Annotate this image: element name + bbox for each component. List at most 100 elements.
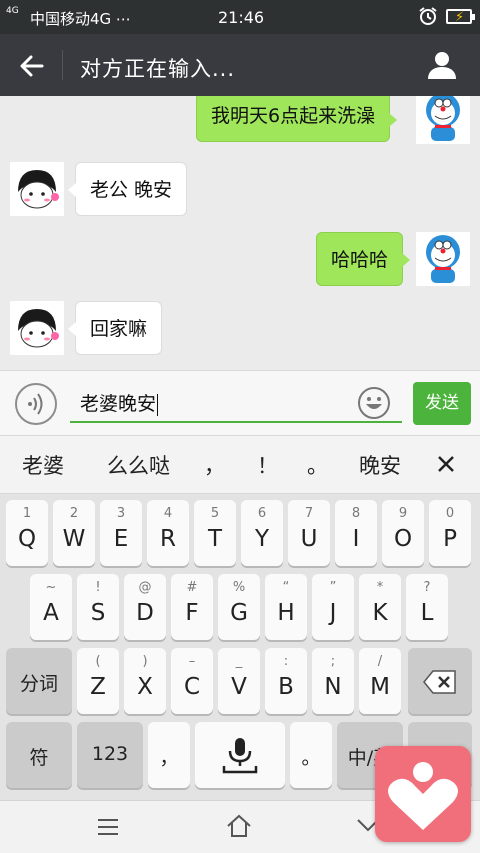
key-t[interactable]: 5T (194, 500, 236, 566)
key-x[interactable]: ) X (124, 648, 166, 714)
key-char: K (372, 600, 388, 626)
key-char: J (329, 600, 337, 626)
doraemon-avatar-icon[interactable] (416, 232, 470, 286)
key-g[interactable]: % G (218, 574, 260, 640)
key-p[interactable]: 0P (429, 500, 471, 566)
key-m[interactable]: / M (359, 648, 401, 714)
key-u[interactable]: 7U (288, 500, 330, 566)
chat-area[interactable]: 我明天6点起来洗澡 老公 晚安 哈哈哈 回家嘛 (0, 96, 480, 370)
key-char: S (90, 600, 106, 626)
key-f[interactable]: # F (171, 574, 213, 640)
segment-key[interactable]: 分词 (6, 648, 72, 714)
key-alt-char: 0 (445, 506, 455, 521)
status-bar: 4G 中国移动4G ⋯ 21:46 ⚡ (0, 0, 480, 34)
key-alt-char: ” (329, 580, 337, 595)
carrier-label: 中国移动4G ⋯ (30, 10, 131, 28)
key-char: U (300, 526, 318, 552)
signal-label: 4G (6, 6, 19, 16)
key-alt-char: 9 (398, 506, 408, 521)
comma-key[interactable]: ， (148, 722, 190, 788)
key-e[interactable]: 3E (100, 500, 142, 566)
key-i[interactable]: 8I (335, 500, 377, 566)
key-y[interactable]: 6Y (241, 500, 283, 566)
clock: 21:46 (218, 8, 265, 27)
key-a[interactable]: ~ A (30, 574, 72, 640)
key-char: O (393, 526, 413, 552)
key-char: A (43, 600, 59, 626)
message-bubble-sent[interactable]: 哈哈哈 (316, 232, 411, 286)
key-alt-char: 3 (116, 506, 126, 521)
candidate-word[interactable]: 老婆 (22, 450, 64, 480)
key-v[interactable]: _ V (218, 648, 260, 714)
key-char: M (370, 674, 390, 700)
message-bubble-received[interactable]: 老公 晚安 (67, 162, 188, 216)
key-h[interactable]: “H (265, 574, 307, 640)
microphone-icon (222, 738, 258, 774)
key-l[interactable]: ? L (406, 574, 448, 640)
battery-icon: ⚡ (446, 9, 475, 25)
space-voice-key[interactable] (195, 722, 285, 788)
voice-input-icon[interactable] (15, 383, 57, 425)
key-c[interactable]: – C (171, 648, 213, 714)
key-n[interactable]: ; N (312, 648, 354, 714)
message-bubble-sent[interactable]: 我明天6点起来洗澡 (196, 96, 398, 142)
key-char: V (231, 674, 247, 700)
key-char: H (277, 600, 295, 626)
comma-key-label: ， (159, 747, 179, 769)
menu-icon[interactable] (96, 817, 120, 837)
key-alt-char: 4 (163, 506, 173, 521)
key-b[interactable]: :B (265, 648, 307, 714)
key-char: B (278, 674, 294, 700)
message-input-value: 老婆晚安 (80, 393, 157, 415)
emoji-icon[interactable] (357, 386, 391, 420)
close-candidates-icon[interactable] (437, 455, 455, 473)
symbol-key[interactable]: 符 (6, 722, 72, 788)
key-alt-char: 7 (304, 506, 314, 521)
key-char: W (62, 526, 86, 552)
candidate-word[interactable]: ！ (257, 450, 278, 480)
candidate-word[interactable]: 。 (307, 450, 328, 480)
numeric-key-label: 123 (91, 743, 129, 765)
key-w[interactable]: 2W (53, 500, 95, 566)
key-k[interactable]: * K (359, 574, 401, 640)
key-r[interactable]: 4R (147, 500, 189, 566)
title-bar: 对方正在输入... (0, 34, 480, 96)
heart-person-icon (388, 762, 458, 830)
period-key[interactable]: 。 (290, 722, 332, 788)
key-alt-char: ~ (45, 580, 57, 595)
candidate-word[interactable]: 么么哒 (107, 450, 170, 480)
girl-avatar-icon[interactable] (10, 162, 64, 216)
doraemon-avatar-icon[interactable] (416, 96, 470, 144)
key-char: X (137, 674, 153, 700)
key-alt-char: ? (423, 580, 431, 595)
key-alt-char: 5 (210, 506, 220, 521)
key-alt-char: ; (330, 654, 336, 669)
candidate-word[interactable]: ， (204, 450, 225, 480)
key-alt-char: 1 (22, 506, 32, 521)
girl-avatar-icon[interactable] (10, 301, 64, 355)
key-alt-char: _ (235, 654, 243, 669)
send-button[interactable]: 发送 (413, 382, 471, 425)
key-d[interactable]: @ D (124, 574, 166, 640)
key-s[interactable]: ! S (77, 574, 119, 640)
key-char: T (207, 526, 223, 552)
key-j[interactable]: ” J (312, 574, 354, 640)
message-input-bar: 老婆晚安 发送 (0, 370, 480, 436)
back-arrow-icon[interactable] (18, 52, 46, 80)
home-icon[interactable] (226, 813, 252, 839)
key-q[interactable]: 1Q (6, 500, 48, 566)
numeric-key[interactable]: 123 (77, 722, 143, 788)
key-char: P (443, 526, 457, 552)
candidate-word[interactable]: 晚安 (359, 450, 401, 480)
backspace-key[interactable] (408, 648, 472, 714)
key-alt-char: / (377, 654, 383, 669)
key-z[interactable]: (Z (77, 648, 119, 714)
user-profile-icon[interactable] (427, 50, 457, 80)
key-alt-char: # (186, 580, 198, 595)
message-input[interactable]: 老婆晚安 (70, 385, 402, 423)
floating-heart-widget[interactable] (375, 746, 471, 842)
key-o[interactable]: 9O (382, 500, 424, 566)
key-char: Q (17, 526, 37, 552)
key-alt-char: ( (95, 654, 101, 669)
message-bubble-received[interactable]: 回家嘛 (67, 301, 163, 355)
